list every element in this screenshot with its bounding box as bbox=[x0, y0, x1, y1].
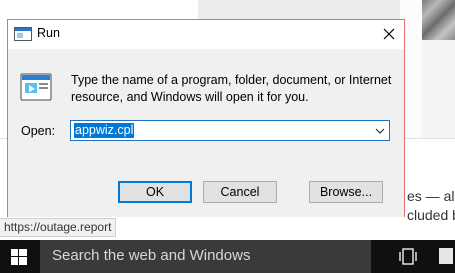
dialog-title: Run bbox=[37, 26, 60, 40]
close-icon bbox=[383, 28, 395, 40]
run-icon bbox=[14, 27, 32, 41]
task-view-button[interactable] bbox=[388, 240, 428, 273]
windows-logo-icon bbox=[11, 249, 27, 265]
chevron-down-icon bbox=[375, 128, 385, 134]
run-dialog: Run Type the name of a program, folder, … bbox=[7, 19, 405, 217]
taskbar: Search the web and Windows bbox=[0, 240, 455, 273]
search-placeholder: Search the web and Windows bbox=[52, 247, 251, 264]
background-text-fragment: cluded b bbox=[407, 207, 455, 223]
background-thumbnail-lower bbox=[422, 40, 455, 138]
dialog-description: Type the name of a program, folder, docu… bbox=[71, 73, 392, 104]
status-url: https://outage.report bbox=[0, 218, 117, 237]
open-combobox[interactable]: appwiz.cpl bbox=[70, 120, 390, 141]
browse-button[interactable]: Browse... bbox=[309, 181, 383, 203]
cancel-button[interactable]: Cancel bbox=[203, 181, 277, 203]
taskbar-app-icon bbox=[439, 248, 453, 264]
open-input[interactable]: appwiz.cpl bbox=[74, 123, 135, 138]
title-bar[interactable]: Run bbox=[8, 20, 404, 49]
task-view-icon bbox=[399, 248, 417, 265]
run-icon bbox=[20, 73, 52, 101]
start-button[interactable] bbox=[0, 240, 40, 273]
ok-button[interactable]: OK bbox=[118, 181, 192, 203]
dropdown-button[interactable] bbox=[371, 121, 389, 140]
close-button[interactable] bbox=[374, 20, 404, 49]
background-text-fragment: es — all bbox=[407, 188, 455, 204]
taskbar-app-button[interactable] bbox=[436, 240, 455, 273]
open-label: Open: bbox=[21, 124, 56, 138]
background-thumbnail[interactable] bbox=[422, 0, 455, 40]
taskbar-search-box[interactable]: Search the web and Windows bbox=[40, 240, 371, 273]
